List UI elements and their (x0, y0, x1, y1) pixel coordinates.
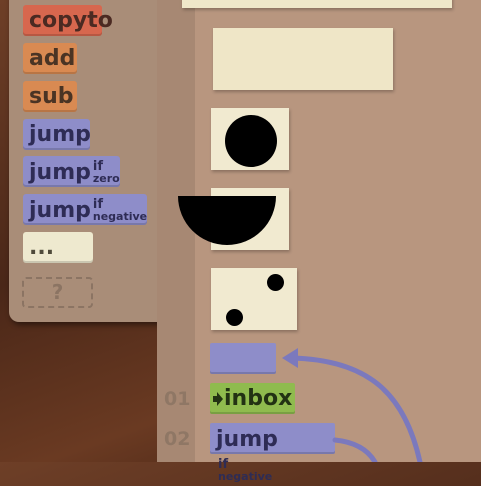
inbox-label: inbox (224, 386, 293, 411)
jump-if-negative-qualifier: if negative (92, 196, 148, 223)
jump-if-negative-label: jump (216, 426, 278, 452)
jump-command[interactable]: jump (23, 119, 91, 150)
copyto-command[interactable]: copyto (23, 5, 113, 36)
comment-card-two-dots[interactable] (211, 268, 297, 330)
jump-if-negative-command[interactable]: jump if negative (23, 194, 147, 225)
paper-note (213, 28, 393, 90)
jump-target-marker[interactable] (210, 343, 276, 374)
comment-card-half-circle[interactable] (211, 188, 289, 250)
jump-if-zero-if: if (92, 158, 103, 174)
dot-icon (267, 274, 284, 291)
jump-if-zero-command[interactable]: jump if zero (23, 156, 120, 187)
locked-command-slot: ? (22, 277, 93, 308)
comment-command[interactable]: ... (23, 232, 93, 263)
jump-if-negative-instruction[interactable]: jump if negative (210, 423, 335, 482)
jump-if-negative-label: jump (29, 197, 91, 223)
jump-if-zero-zero: zero (92, 171, 120, 185)
jump-if-negative-qualifier: if negative (218, 457, 273, 483)
tape-strip (182, 0, 452, 8)
arrow-right-icon (212, 384, 224, 415)
jump-if-negative-negative: negative (218, 470, 273, 483)
line-number: 02 (164, 428, 191, 450)
jump-if-negative-if: if (92, 196, 103, 212)
jump-if-negative-negative: negative (92, 209, 148, 223)
inbox-instruction[interactable]: inbox (210, 383, 295, 414)
sub-command[interactable]: sub (23, 81, 77, 112)
comment-card-dot[interactable] (211, 108, 289, 170)
dot-icon (225, 115, 277, 167)
dot-icon (226, 309, 243, 326)
jump-if-zero-label: jump (29, 159, 91, 185)
line-number: 01 (164, 388, 191, 410)
jump-if-negative-if: if (218, 457, 229, 472)
add-command[interactable]: add (23, 43, 77, 74)
jump-if-zero-qualifier: if zero (92, 158, 120, 185)
